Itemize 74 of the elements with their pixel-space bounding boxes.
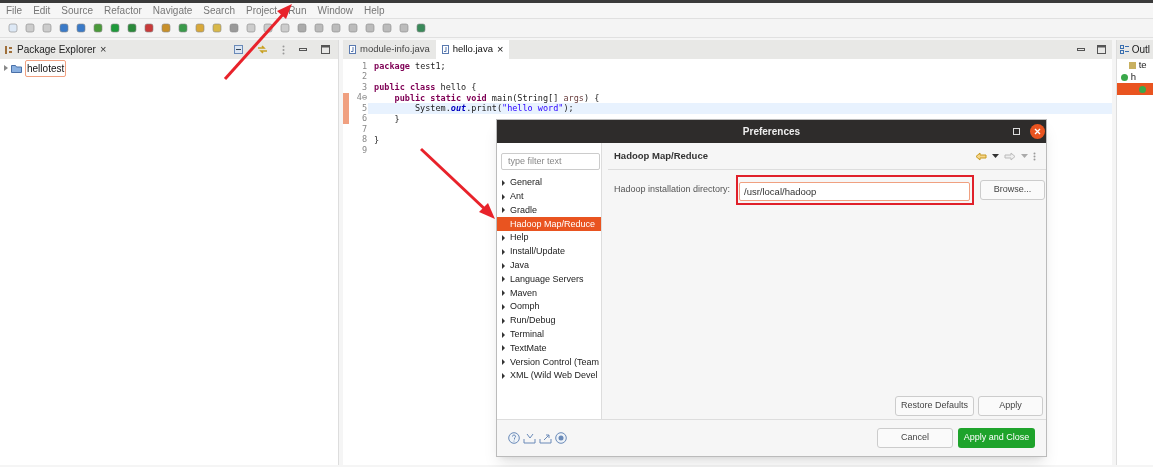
menu-item[interactable]: Search <box>203 3 235 18</box>
menu-item[interactable]: Help <box>364 3 385 18</box>
directory-field[interactable]: /usr/local/hadoop <box>739 182 970 201</box>
tree-item[interactable]: Run/Debug <box>497 313 601 328</box>
collapse-icon[interactable] <box>234 45 244 54</box>
tree-item[interactable]: Hadoop Map/Reduce <box>497 217 601 232</box>
tree-item[interactable]: Language Servers <box>497 272 601 287</box>
tree-item[interactable]: TextMate <box>497 341 601 356</box>
dropdown-caret-icon[interactable] <box>992 154 999 158</box>
tree-item[interactable]: Ant <box>497 189 601 204</box>
maximize-icon[interactable] <box>1096 45 1106 54</box>
maximize-icon[interactable] <box>321 45 331 54</box>
minimize-icon[interactable] <box>299 47 308 52</box>
filter-field[interactable]: type filter text <box>501 152 600 170</box>
cancel-button[interactable]: Cancel <box>877 428 953 448</box>
more-icon[interactable] <box>282 44 286 55</box>
tree-item[interactable]: hellotest <box>25 59 67 77</box>
tree-item[interactable]: Oomph <box>497 300 601 314</box>
tree-item[interactable]: Help <box>497 231 601 245</box>
code-line: System.out.print("hello word"); <box>414 103 574 113</box>
line-number: 6 <box>360 112 369 125</box>
outline-item[interactable]: h <box>1116 71 1153 83</box>
outline-item[interactable]: te <box>1116 59 1153 71</box>
code-line: } <box>374 134 380 145</box>
help-icon[interactable] <box>508 432 520 444</box>
tab-title[interactable]: Outl <box>1131 42 1150 57</box>
menu-item[interactable]: Edit <box>33 3 51 18</box>
tree-item[interactable]: Terminal <box>497 327 601 342</box>
line-number: 4⊖ <box>355 91 369 104</box>
line-number: 9 <box>360 143 369 157</box>
line-number: 3 <box>360 80 369 93</box>
editor-tab[interactable]: hello.java × <box>435 40 510 59</box>
java-file-icon <box>349 45 357 54</box>
menu-item[interactable]: Project <box>246 3 278 18</box>
restore-defaults-button[interactable]: Restore Defaults <box>895 396 974 416</box>
line-number: 1 <box>360 59 369 72</box>
tab-title[interactable]: Package Explorer <box>17 42 96 57</box>
outline-item[interactable] <box>1116 83 1153 95</box>
outline-icon <box>1119 45 1129 54</box>
close-icon[interactable]: × <box>99 41 107 58</box>
code-line: } <box>393 113 400 124</box>
menu-item[interactable]: Refactor <box>104 3 142 18</box>
menu-item[interactable]: Navigate <box>152 3 193 18</box>
field-label: Hadoop installation directory: <box>614 183 732 197</box>
tree-item[interactable]: XML (Wild Web Devel <box>497 369 601 383</box>
tree-item[interactable]: Maven <box>497 286 601 301</box>
close-icon[interactable] <box>1030 124 1045 139</box>
import-icon[interactable] <box>523 432 536 444</box>
line-number: 8 <box>360 133 369 146</box>
tree-item[interactable]: Version Control (Team <box>497 355 601 370</box>
tree-item[interactable]: Java <box>497 258 601 273</box>
java-file-icon <box>441 45 449 54</box>
menu-item[interactable]: Source <box>61 3 94 18</box>
code-line: public static void main(String[] args) { <box>393 92 600 103</box>
more-icon[interactable] <box>1033 151 1036 161</box>
dialog-title: Preferences <box>742 125 801 139</box>
editor-tab[interactable]: module-info.java <box>343 40 436 59</box>
minimize-icon[interactable] <box>1076 47 1085 52</box>
tree-item[interactable]: Install/Update <box>497 245 601 259</box>
line-number: 2 <box>360 70 369 83</box>
line-number: 5 <box>360 101 369 114</box>
page-title: Hadoop Map/Reduce <box>614 148 708 163</box>
tree-item[interactable]: Gradle <box>497 203 601 218</box>
menu-item[interactable]: Window <box>317 3 354 18</box>
apply-button[interactable]: Apply <box>978 396 1043 416</box>
browse-button[interactable]: Browse... <box>980 180 1045 200</box>
export-icon[interactable] <box>539 432 552 444</box>
code-line: package test1; <box>374 61 446 71</box>
record-icon[interactable] <box>555 432 567 444</box>
line-number: 7 <box>360 122 369 135</box>
menu-item[interactable]: File <box>6 3 23 18</box>
tree-item[interactable]: General <box>497 176 601 190</box>
code-line: public class hello { <box>374 82 477 92</box>
link-icon[interactable] <box>257 45 269 54</box>
